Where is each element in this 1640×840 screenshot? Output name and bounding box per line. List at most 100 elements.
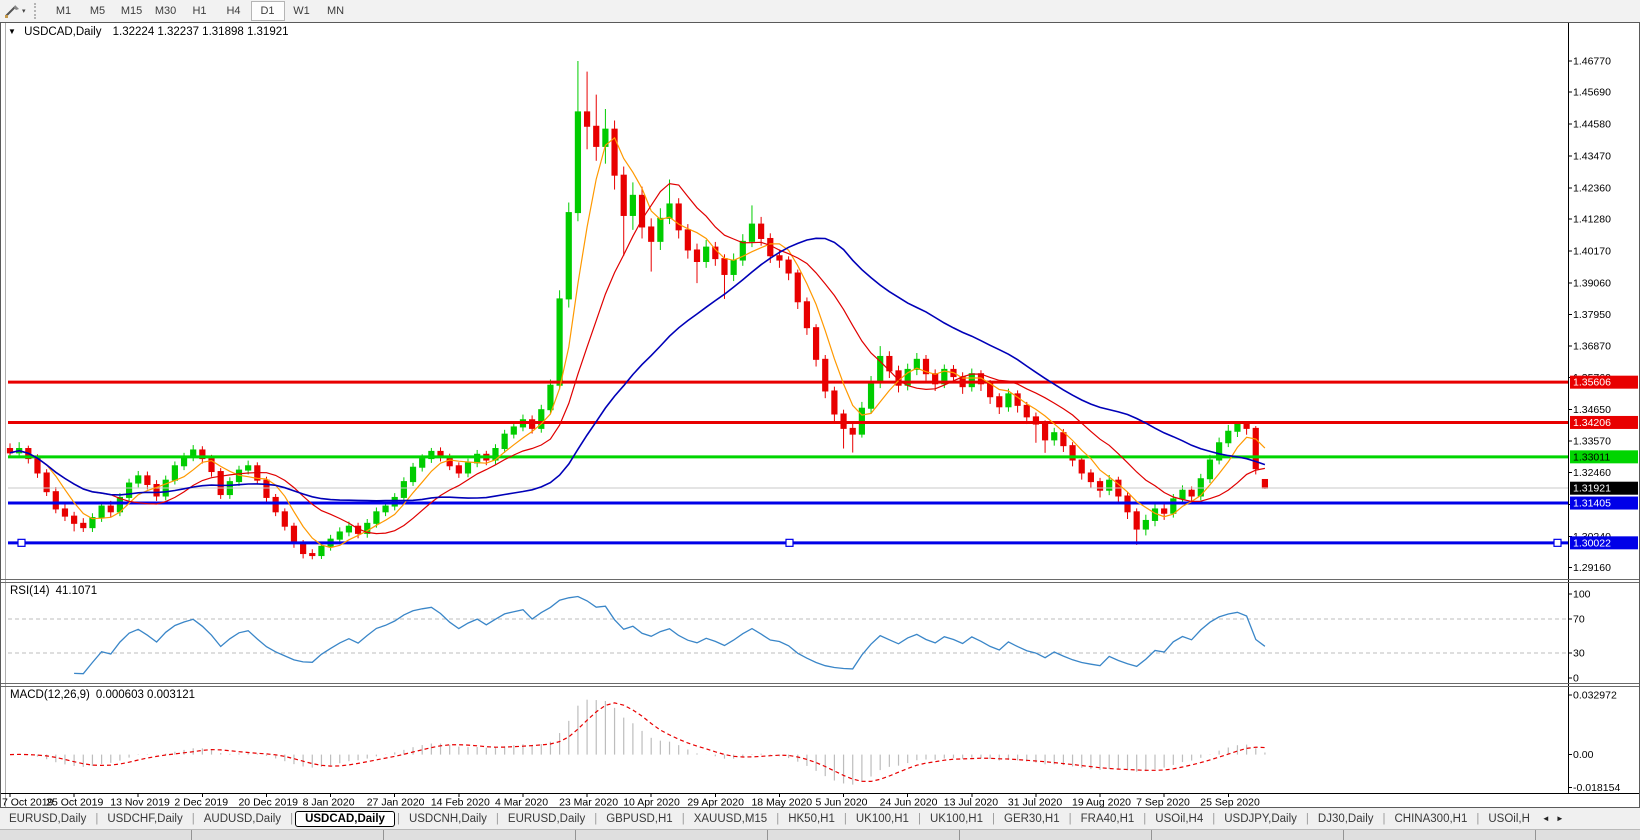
tab-gbpusd-h1[interactable]: GBPUSD,H1 <box>597 812 681 826</box>
candle <box>969 374 974 387</box>
line-selection-handle[interactable] <box>18 539 25 546</box>
date-tick-label: 4 Mar 2020 <box>495 797 548 809</box>
macd-values: 0.000603 0.003121 <box>96 689 195 701</box>
candle <box>1097 482 1102 491</box>
candle <box>1262 479 1267 488</box>
candle <box>1180 490 1185 499</box>
candle <box>731 260 736 274</box>
price-tick-label: 1.33570 <box>1573 435 1611 447</box>
timeframe-button-m5[interactable]: M5 <box>81 1 115 21</box>
bid-price-badge-value: 1.31921 <box>1573 483 1611 495</box>
candle <box>658 218 663 241</box>
candle <box>1244 424 1249 428</box>
macd-signal-line <box>10 703 1265 782</box>
tab-usoil-h[interactable]: USOil,H <box>1479 812 1539 826</box>
tab-ger30-h1[interactable]: GER30,H1 <box>995 812 1069 826</box>
candle <box>511 427 516 434</box>
date-tick-label: 10 Apr 2020 <box>623 797 680 809</box>
tab-eurusd-daily[interactable]: EURUSD,Daily <box>0 812 95 826</box>
tab-usdcnh-daily[interactable]: USDCNH,Daily <box>400 812 496 826</box>
price-tick-label: 1.34650 <box>1573 404 1611 416</box>
price-tick-label: 1.40170 <box>1573 245 1611 257</box>
candle <box>218 472 223 495</box>
horizontal-scrollbar[interactable] <box>0 829 1640 840</box>
macd-name: MACD(12,26,9) <box>10 689 90 701</box>
chart-tab-bar: EURUSD,Daily|USDCHF,Daily|AUDUSD,Daily|U… <box>0 808 1640 829</box>
line-selection-handle[interactable] <box>786 539 793 546</box>
tab-usdchf-daily[interactable]: USDCHF,Daily <box>98 812 191 826</box>
candle <box>172 466 177 480</box>
rsi-tick-label: 70 <box>1573 614 1585 626</box>
toolbar-dropdown-caret[interactable]: ▾ <box>22 7 26 15</box>
candle <box>566 213 571 299</box>
candle <box>676 204 681 230</box>
timeframe-button-mn[interactable]: MN <box>319 1 353 21</box>
candle <box>612 129 617 175</box>
candle <box>62 509 67 516</box>
candle <box>502 434 507 448</box>
candle <box>465 463 470 473</box>
toolbar-grip[interactable] <box>34 3 39 19</box>
candle <box>108 506 113 512</box>
tab-eurusd-daily[interactable]: EURUSD,Daily <box>499 812 594 826</box>
tab-uk100-h1[interactable]: UK100,H1 <box>921 812 992 826</box>
candle <box>1079 460 1084 473</box>
tab-scroll-left-icon[interactable]: ◄ <box>1539 814 1553 823</box>
timeframe-button-m15[interactable]: M15 <box>115 1 149 21</box>
tab-uk100-h1[interactable]: UK100,H1 <box>847 812 918 826</box>
rsi-axis: 10070300 <box>1568 589 1591 685</box>
price-tick-label: 1.45690 <box>1573 87 1611 99</box>
timeframe-button-h4[interactable]: H4 <box>217 1 251 21</box>
candle <box>1189 490 1194 496</box>
candle <box>319 546 324 555</box>
tab-xauusd-m15[interactable]: XAUUSD,M15 <box>685 812 777 826</box>
tabs: EURUSD,Daily|USDCHF,Daily|AUDUSD,Daily|U… <box>0 811 1539 827</box>
candle <box>145 476 150 485</box>
tab-fra40-h1[interactable]: FRA40,H1 <box>1072 812 1144 826</box>
date-tick-label: 31 Jul 2020 <box>1008 797 1062 809</box>
candle <box>291 526 296 543</box>
price-axis: 1.467701.456901.445801.434701.423601.412… <box>1568 55 1611 574</box>
price-tick-label: 1.46770 <box>1573 55 1611 67</box>
tab-hk50-h1[interactable]: HK50,H1 <box>779 812 844 826</box>
candle <box>667 204 672 218</box>
candle <box>1171 499 1176 513</box>
price-tick-label: 1.39060 <box>1573 277 1611 289</box>
tab-dj30-daily[interactable]: DJ30,Daily <box>1309 812 1383 826</box>
timeframe-button-m1[interactable]: M1 <box>47 1 81 21</box>
tab-usdcad-daily[interactable]: USDCAD,Daily <box>295 811 395 827</box>
candle <box>264 480 269 497</box>
tab-scroll-right-icon[interactable]: ► <box>1553 814 1567 823</box>
tab-china300-h1[interactable]: CHINA300,H1 <box>1386 812 1477 826</box>
candle <box>768 238 773 255</box>
date-tick-label: 5 Jun 2020 <box>816 797 868 809</box>
candle <box>44 473 49 492</box>
candle <box>346 526 351 532</box>
date-tick-label: 19 Aug 2020 <box>1072 797 1131 809</box>
chart-title-caret[interactable]: ▼ <box>8 27 16 36</box>
price-level-badge-value: 1.31405 <box>1573 498 1611 510</box>
timeframe-button-h1[interactable]: H1 <box>183 1 217 21</box>
timeframe-button-d1[interactable]: D1 <box>251 1 285 21</box>
ma-slow-line <box>10 238 1265 501</box>
candle <box>420 459 425 468</box>
drawing-tool-icon[interactable] <box>3 3 21 19</box>
timeframe-button-m30[interactable]: M30 <box>149 1 183 21</box>
tab-usoil-h4[interactable]: USOil,H4 <box>1146 812 1212 826</box>
candle <box>694 250 699 262</box>
chart-title: ▼ USDCAD,Daily 1.32224 1.32237 1.31898 1… <box>8 26 289 38</box>
date-tick-label: 29 Apr 2020 <box>687 797 744 809</box>
candle <box>410 467 415 481</box>
price-chart-svg[interactable]: 1.467701.456901.445801.434701.423601.412… <box>0 22 1640 808</box>
candle <box>35 459 40 473</box>
date-tick-label: 14 Feb 2020 <box>431 797 490 809</box>
candle <box>447 457 452 466</box>
tab-audusd-daily[interactable]: AUDUSD,Daily <box>195 812 290 826</box>
candle <box>1235 424 1240 431</box>
tab-usdjpy-daily[interactable]: USDJPY,Daily <box>1215 812 1306 826</box>
candlestick-series <box>7 61 1267 559</box>
line-selection-handle[interactable] <box>1554 539 1561 546</box>
candle <box>786 260 791 273</box>
timeframe-button-w1[interactable]: W1 <box>285 1 319 21</box>
candle <box>72 516 77 523</box>
